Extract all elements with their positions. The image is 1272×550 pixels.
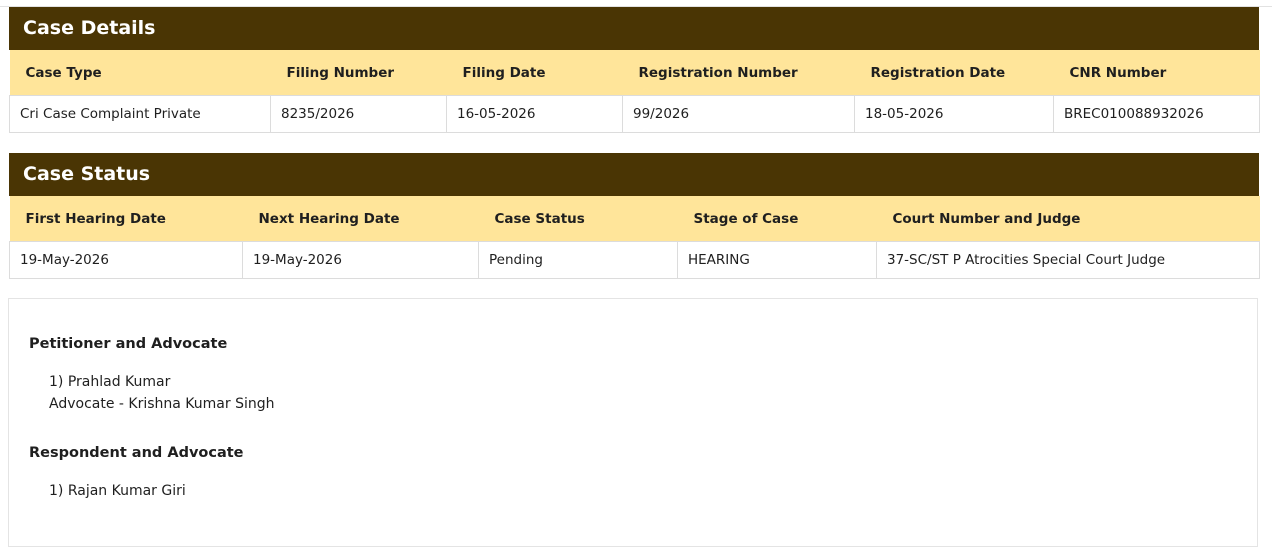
- table-row: 19-May-2026 19-May-2026 Pending HEARING …: [9, 241, 1260, 279]
- cell-first-hearing-date: 19-May-2026: [9, 241, 243, 279]
- col-case-status: Case Status: [478, 196, 678, 242]
- case-status-title: Case Status: [9, 153, 1259, 196]
- case-page: Case Details Case Type Filing Number Fil…: [0, 0, 1272, 550]
- case-details-header-row: Case Type Filing Number Filing Date Regi…: [9, 50, 1260, 96]
- cell-court-number-and-judge: 37-SC/ST P Atrocities Special Court Judg…: [876, 241, 1260, 279]
- cell-filing-date: 16-05-2026: [446, 95, 623, 133]
- petitioner-advocate: Advocate - Krishna Kumar Singh: [49, 396, 275, 412]
- case-status-table: First Hearing Date Next Hearing Date Cas…: [9, 196, 1260, 279]
- respondent-name: 1) Rajan Kumar Giri: [49, 483, 186, 499]
- petitioner-heading: Petitioner and Advocate: [29, 336, 228, 352]
- case-details-table: Case Type Filing Number Filing Date Regi…: [9, 50, 1260, 133]
- case-status-section: Case Status First Hearing Date Next Hear…: [9, 153, 1260, 279]
- col-case-type: Case Type: [9, 50, 271, 96]
- col-next-hearing-date: Next Hearing Date: [242, 196, 479, 242]
- case-details-title: Case Details: [9, 7, 1259, 50]
- col-court-number-and-judge: Court Number and Judge: [876, 196, 1260, 242]
- case-status-header-row: First Hearing Date Next Hearing Date Cas…: [9, 196, 1260, 242]
- cell-stage-of-case: HEARING: [677, 241, 877, 279]
- col-cnr-number: CNR Number: [1053, 50, 1260, 96]
- cell-registration-number: 99/2026: [622, 95, 855, 133]
- col-filing-date: Filing Date: [446, 50, 623, 96]
- col-registration-number: Registration Number: [622, 50, 855, 96]
- col-stage-of-case: Stage of Case: [677, 196, 877, 242]
- case-details-section: Case Details Case Type Filing Number Fil…: [9, 7, 1260, 133]
- col-registration-date: Registration Date: [854, 50, 1054, 96]
- col-filing-number: Filing Number: [270, 50, 447, 96]
- petitioner-name: 1) Prahlad Kumar: [49, 374, 171, 390]
- cell-registration-date: 18-05-2026: [854, 95, 1054, 133]
- cell-case-status: Pending: [478, 241, 678, 279]
- respondent-heading: Respondent and Advocate: [29, 445, 244, 461]
- col-first-hearing-date: First Hearing Date: [9, 196, 243, 242]
- cell-cnr-number: BREC010088932026: [1053, 95, 1260, 133]
- parties-panel: Petitioner and Advocate 1) Prahlad Kumar…: [8, 298, 1258, 547]
- top-rule: [0, 0, 1272, 7]
- cell-filing-number: 8235/2026: [270, 95, 447, 133]
- cell-case-type: Cri Case Complaint Private: [9, 95, 271, 133]
- cell-next-hearing-date: 19-May-2026: [242, 241, 479, 279]
- table-row: Cri Case Complaint Private 8235/2026 16-…: [9, 95, 1260, 133]
